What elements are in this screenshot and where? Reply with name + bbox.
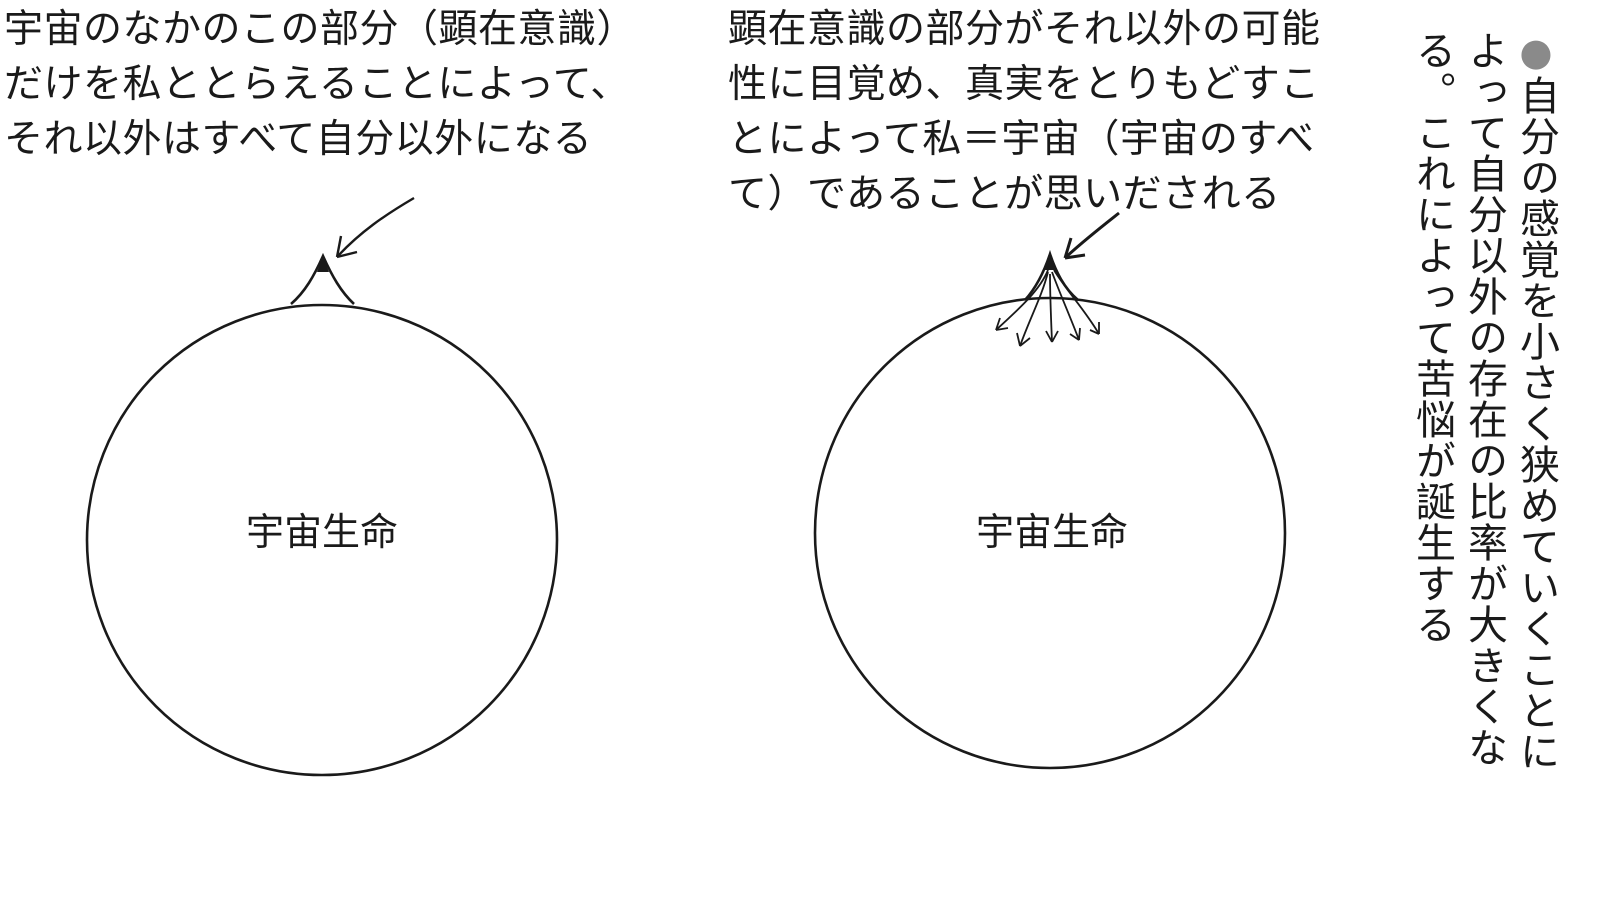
side-note-column: る。これによって苦悩が誕生する (1409, 30, 1455, 645)
spreading-arrows (995, 269, 1100, 347)
right-figure: 宇宙生命 (813, 211, 1287, 770)
side-note: ●自分の感覚を小さく狭めていくことに よって自分以外の存在の比率が大きくな る。… (1406, 30, 1562, 890)
side-note-column: よって自分以外の存在の比率が大きくな (1461, 30, 1507, 768)
right-circle-label: 宇宙生命 (976, 510, 1128, 554)
left-pointer-arrow (335, 196, 415, 259)
side-note-column: ●自分の感覚を小さく狭めていくことに (1510, 30, 1562, 890)
universe-diagram: 宇宙生命 宇宙生命 (85, 196, 1287, 777)
bullet-icon: ● (1514, 30, 1558, 75)
left-figure: 宇宙生命 (85, 196, 559, 777)
right-pointer-arrow (1063, 211, 1120, 260)
left-circle-label: 宇宙生命 (246, 510, 398, 554)
side-note-text: 自分の感覚を小さく狭めていくことに (1513, 75, 1559, 772)
